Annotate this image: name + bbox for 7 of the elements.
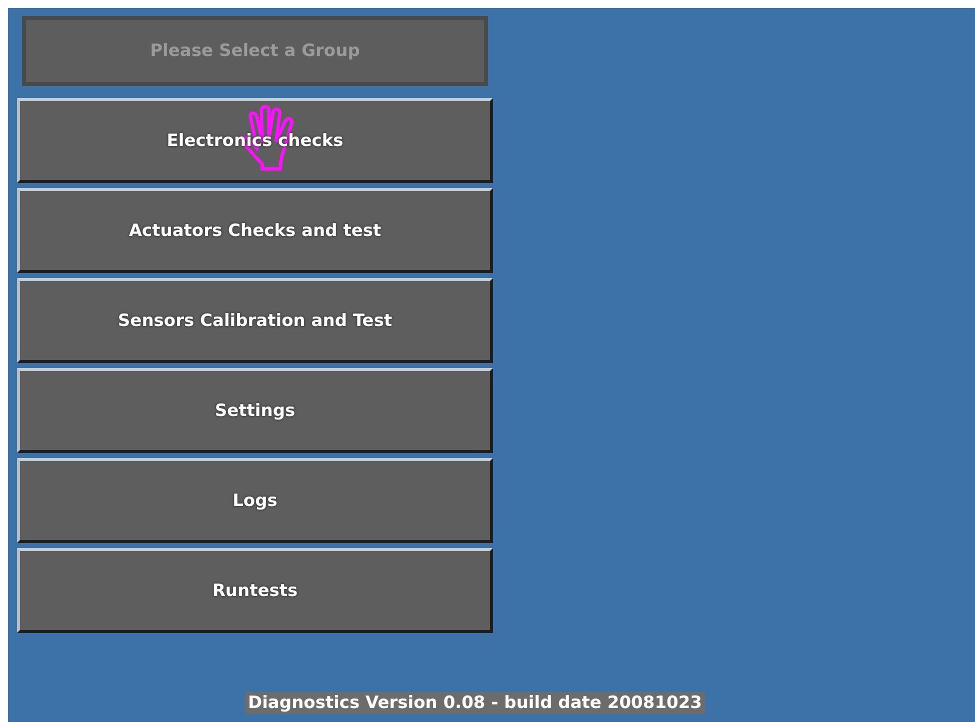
- group-button[interactable]: Actuators Checks and test: [17, 188, 493, 273]
- group-button[interactable]: Settings: [17, 368, 493, 453]
- group-button[interactable]: Sensors Calibration and Test: [17, 278, 493, 363]
- version-label: Diagnostics Version 0.08 - build date 20081023: [244, 692, 706, 714]
- group-button[interactable]: Logs: [17, 458, 493, 543]
- group-button[interactable]: Runtests: [17, 548, 493, 633]
- group-prompt: Please Select a Group: [22, 16, 488, 86]
